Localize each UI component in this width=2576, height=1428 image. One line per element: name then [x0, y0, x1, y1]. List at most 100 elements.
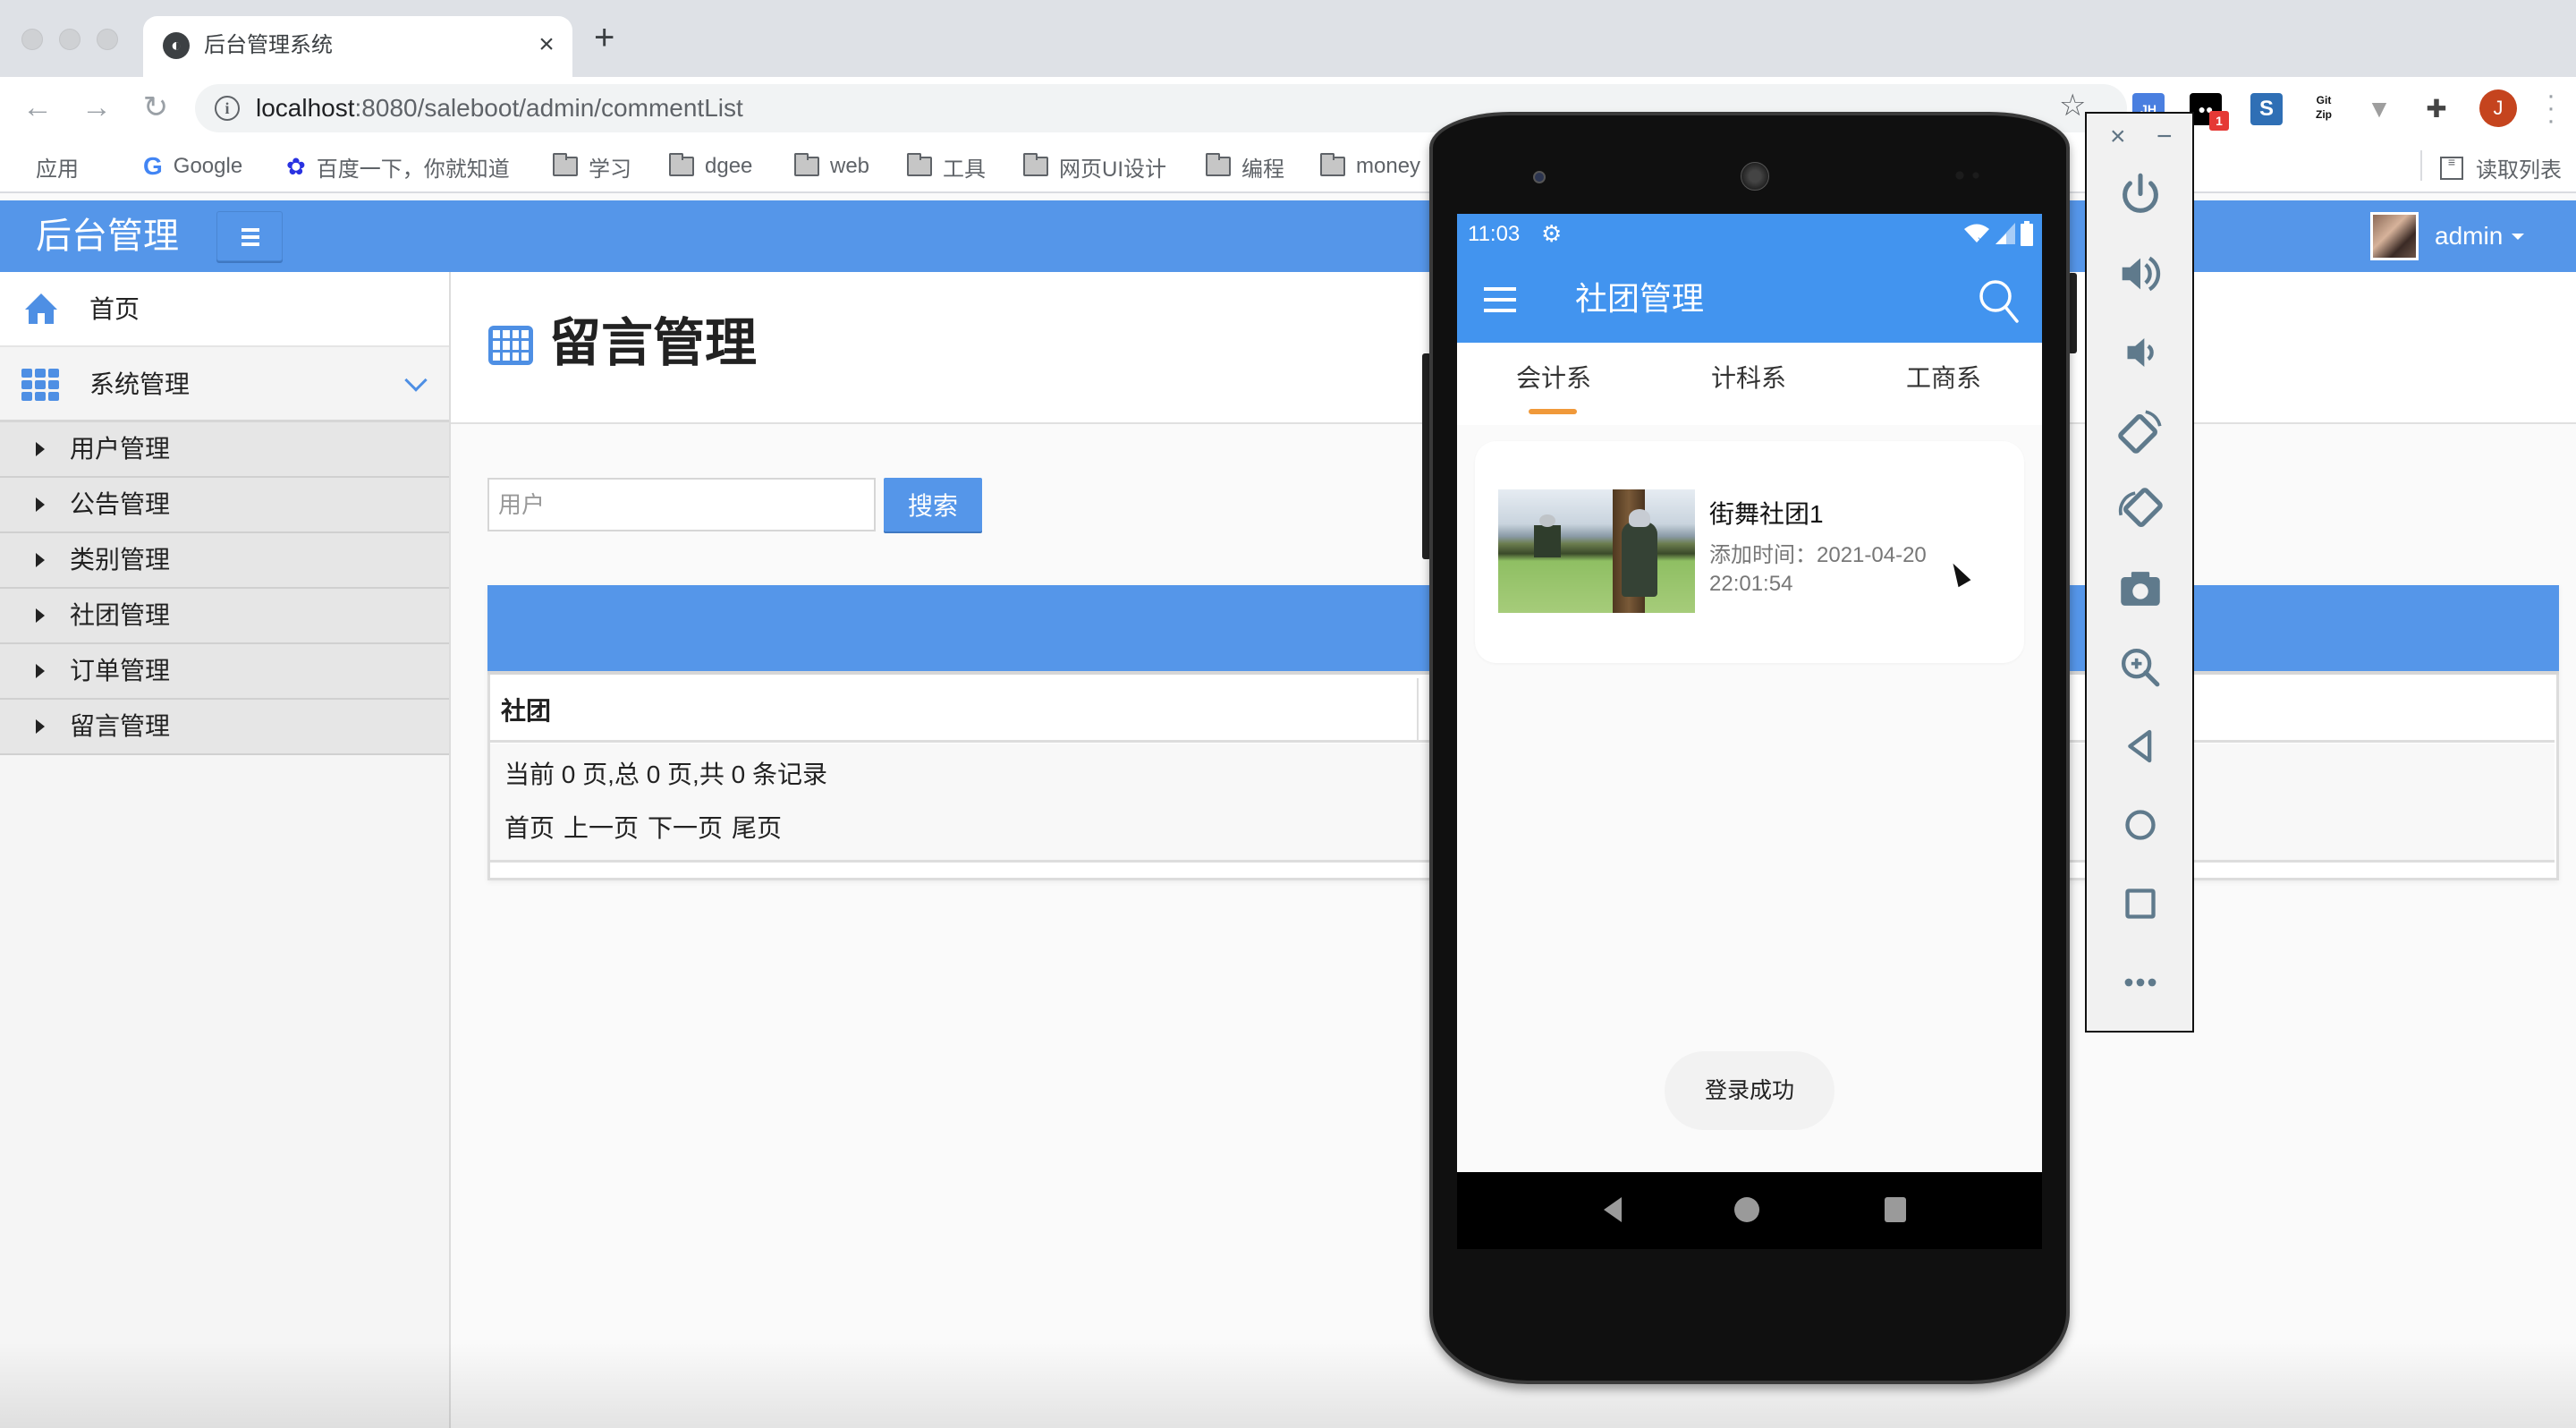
tab-accounting[interactable]: 会计系 [1491, 362, 1616, 395]
caret-right-icon [36, 442, 45, 456]
extension-badge: 1 [2209, 111, 2229, 131]
bookmark-folder[interactable]: 网页UI设计 [1023, 152, 1166, 182]
last-page-link[interactable]: 尾页 [732, 813, 782, 844]
url-text[interactable]: localhost:8080/saleboot/admin/commentLis… [256, 95, 743, 122]
nav-back-icon[interactable] [1604, 1197, 1622, 1222]
toast-message: 登录成功 [1665, 1051, 1835, 1130]
browser-tab-strip: ◐ 后台管理系统 × + [0, 0, 2576, 79]
bookmark-folder[interactable]: 编程 [1206, 152, 1284, 182]
baidu-paw-icon: ✿ [286, 152, 306, 180]
reading-list-label: 读取列表 [2476, 158, 2562, 183]
emulator-screen[interactable]: 11:03 ⚙ x 社团管理 会计系 计科系 工商系 街舞社团1 添加时间：20… [1457, 214, 2042, 1173]
sidebar-item-orders[interactable]: 订单管理 [0, 644, 449, 700]
extension-s-icon[interactable]: S [2250, 93, 2283, 125]
user-menu[interactable]: admin [2370, 211, 2525, 261]
sidebar-item-users[interactable]: 用户管理 [0, 422, 449, 478]
bookmark-baidu[interactable]: ✿ 百度一下，你就知道 [286, 152, 510, 182]
search-button[interactable]: 搜索 [884, 478, 982, 531]
bookmark-apps[interactable]: 应用 [25, 152, 79, 182]
sidebar-item-system[interactable]: 系统管理 [0, 347, 449, 422]
sidebar-item-clubs[interactable]: 社团管理 [0, 589, 449, 644]
chevron-down-icon [404, 369, 428, 392]
sidebar-item-label: 类别管理 [70, 546, 171, 574]
extension-gitzip-icon[interactable]: Git Zip [2308, 93, 2340, 125]
menu-icon[interactable] [1484, 287, 1516, 312]
more-options-icon[interactable] [2114, 956, 2166, 1008]
extension-vue-icon[interactable]: ▼ [2363, 93, 2395, 125]
club-card[interactable]: 街舞社团1 添加时间：2021-04-20 22:01:54 [1475, 441, 2024, 663]
user-search-input[interactable] [487, 478, 876, 531]
window-minimize-button[interactable] [59, 29, 80, 50]
front-camera [1533, 171, 1546, 183]
new-tab-button[interactable]: + [594, 20, 614, 55]
volume-down-icon[interactable] [2114, 327, 2166, 378]
sidebar-item-comments[interactable]: 留言管理 [0, 700, 449, 755]
browser-tab-active[interactable]: ◐ 后台管理系统 × [143, 16, 572, 79]
bookmark-folder[interactable]: 工具 [907, 152, 986, 182]
tab-computer-science[interactable]: 计科系 [1686, 362, 1811, 395]
back-triangle-icon[interactable] [2114, 720, 2166, 772]
tab-business[interactable]: 工商系 [1881, 362, 2006, 395]
sidebar-item-label: 系统管理 [89, 370, 191, 398]
sidebar-item-notices[interactable]: 公告管理 [0, 478, 449, 533]
zoom-in-icon[interactable] [2114, 642, 2166, 693]
active-tab-indicator [1529, 409, 1577, 414]
forward-arrow-icon[interactable]: → [79, 89, 114, 125]
first-page-link[interactable]: 首页 [504, 813, 555, 844]
bookmark-label: 应用 [36, 157, 79, 182]
extensions-puzzle-icon[interactable]: ✚ [2420, 93, 2453, 125]
sidebar-toggle-button[interactable] [216, 211, 283, 261]
globe-icon: ◐ [163, 32, 190, 59]
bookmark-folder[interactable]: 学习 [553, 152, 631, 182]
grid-icon [21, 369, 61, 401]
camera-icon[interactable] [2114, 563, 2166, 615]
home-icon [25, 293, 57, 324]
rotate-right-icon[interactable] [2114, 484, 2166, 536]
app-brand[interactable]: 后台管理 [36, 211, 179, 261]
search-icon[interactable] [1978, 276, 2021, 325]
window-zoom-button[interactable] [97, 29, 118, 50]
rotate-left-icon[interactable] [2114, 405, 2166, 457]
caret-right-icon [36, 664, 45, 678]
emulator-toolbar: × − [2085, 112, 2194, 1033]
android-app-bar: 社团管理 [1457, 255, 2042, 343]
earpiece-speaker [1741, 162, 1769, 191]
sidebar-item-categories[interactable]: 类别管理 [0, 533, 449, 589]
caret-right-icon [36, 719, 45, 734]
column-divider [1417, 678, 1419, 743]
reload-icon[interactable]: ↻ [138, 89, 174, 125]
nav-home-icon[interactable] [1734, 1197, 1759, 1222]
emulator-minimize-icon[interactable]: − [2157, 121, 2173, 153]
folder-icon [794, 153, 819, 176]
bookmark-folder[interactable]: web [794, 152, 869, 181]
emulator-close-icon[interactable]: × [2110, 121, 2126, 153]
next-page-link[interactable]: 下一页 [648, 813, 723, 844]
info-icon[interactable]: i [215, 96, 240, 121]
prev-page-link[interactable]: 上一页 [564, 813, 639, 844]
tab-title: 后台管理系统 [204, 33, 333, 57]
profile-avatar[interactable]: J [2479, 89, 2517, 127]
home-circle-icon[interactable] [2114, 799, 2166, 851]
column-header-club: 社团 [501, 697, 552, 725]
bookmark-star-icon[interactable]: ☆ [2059, 88, 2086, 123]
tab-close-icon[interactable]: × [533, 29, 560, 61]
overview-square-icon[interactable] [2114, 878, 2166, 930]
bookmark-folder[interactable]: dgee [669, 152, 752, 181]
browser-menu-icon[interactable]: · · · [2542, 82, 2560, 134]
club-image [1498, 489, 1695, 613]
pagination-info: 当前 0 页,总 0 页,共 0 条记录 [504, 761, 827, 788]
sidebar-item-home[interactable]: 首页 [0, 272, 449, 347]
volume-up-icon[interactable] [2114, 248, 2166, 300]
reading-list-button[interactable]: ≡ 读取列表 [2440, 152, 2562, 183]
window-close-button[interactable] [21, 29, 43, 50]
nav-recents-icon[interactable] [1885, 1197, 1906, 1222]
back-arrow-icon[interactable]: ← [20, 89, 55, 125]
pagination: 首页 上一页 下一页 尾页 [504, 813, 782, 844]
extension-toggle-icon[interactable]: ●● 1 [2190, 93, 2229, 131]
image-character [1622, 509, 1657, 597]
power-icon[interactable] [2114, 169, 2166, 221]
bookmark-google[interactable]: G Google [143, 152, 242, 181]
avatar [2370, 212, 2419, 260]
bookmark-folder[interactable]: money [1320, 152, 1420, 181]
bookmark-label: Google [173, 154, 243, 178]
